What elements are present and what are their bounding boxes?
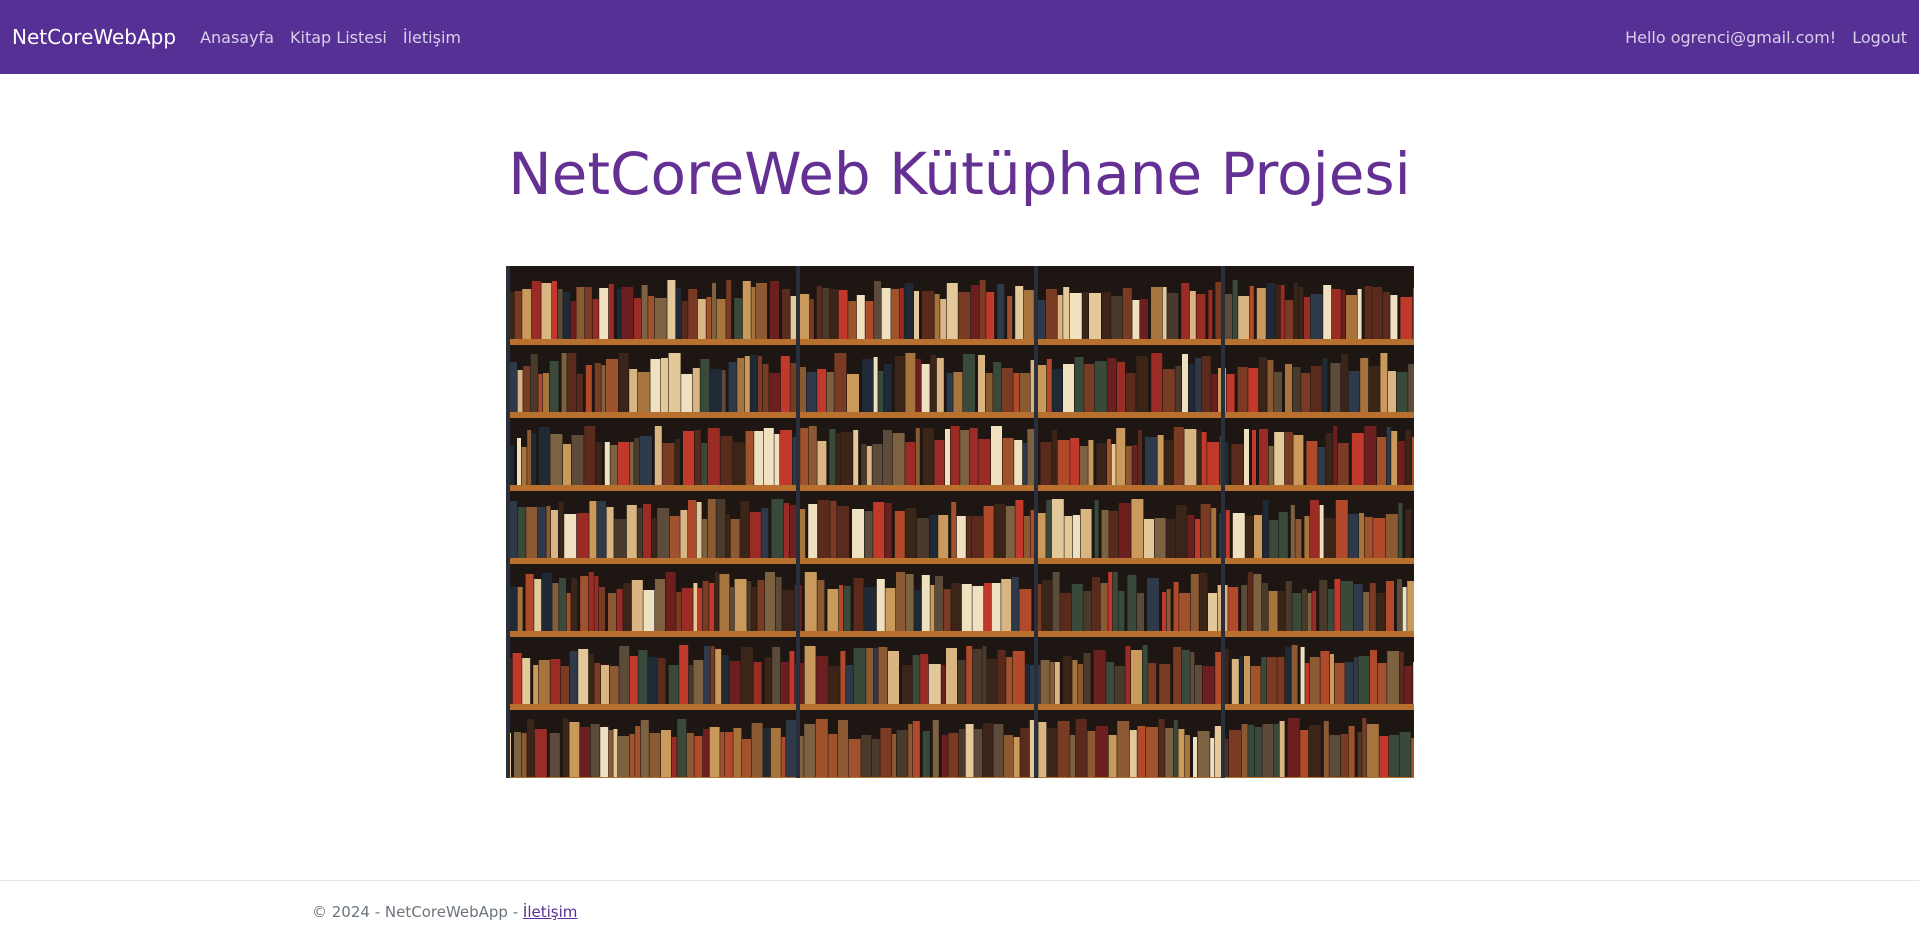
nav-links: Anasayfa Kitap Listesi İletişim	[200, 28, 461, 47]
bookshelf-illustration	[506, 266, 1414, 778]
footer-contact-link[interactable]: İletişim	[523, 903, 577, 921]
footer: © 2024 - NetCoreWebApp - İletişim	[312, 903, 577, 921]
footer-copyright: © 2024 - NetCoreWebApp -	[312, 903, 523, 921]
page-title: NetCoreWeb Kütüphane Projesi	[508, 140, 1411, 208]
footer-divider	[0, 880, 1919, 881]
nav-user-area: Hello ogrenci@gmail.com! Logout	[1625, 28, 1907, 47]
user-greeting-link[interactable]: Hello ogrenci@gmail.com!	[1625, 28, 1836, 47]
nav-link-kitap-listesi[interactable]: Kitap Listesi	[290, 28, 387, 47]
navbar-brand[interactable]: NetCoreWebApp	[12, 25, 176, 49]
nav-link-iletisim[interactable]: İletişim	[403, 28, 461, 47]
logout-button[interactable]: Logout	[1852, 28, 1907, 47]
top-navbar: NetCoreWebApp Anasayfa Kitap Listesi İle…	[0, 0, 1919, 74]
nav-link-anasayfa[interactable]: Anasayfa	[200, 28, 274, 47]
bookshelf-image	[506, 266, 1414, 778]
